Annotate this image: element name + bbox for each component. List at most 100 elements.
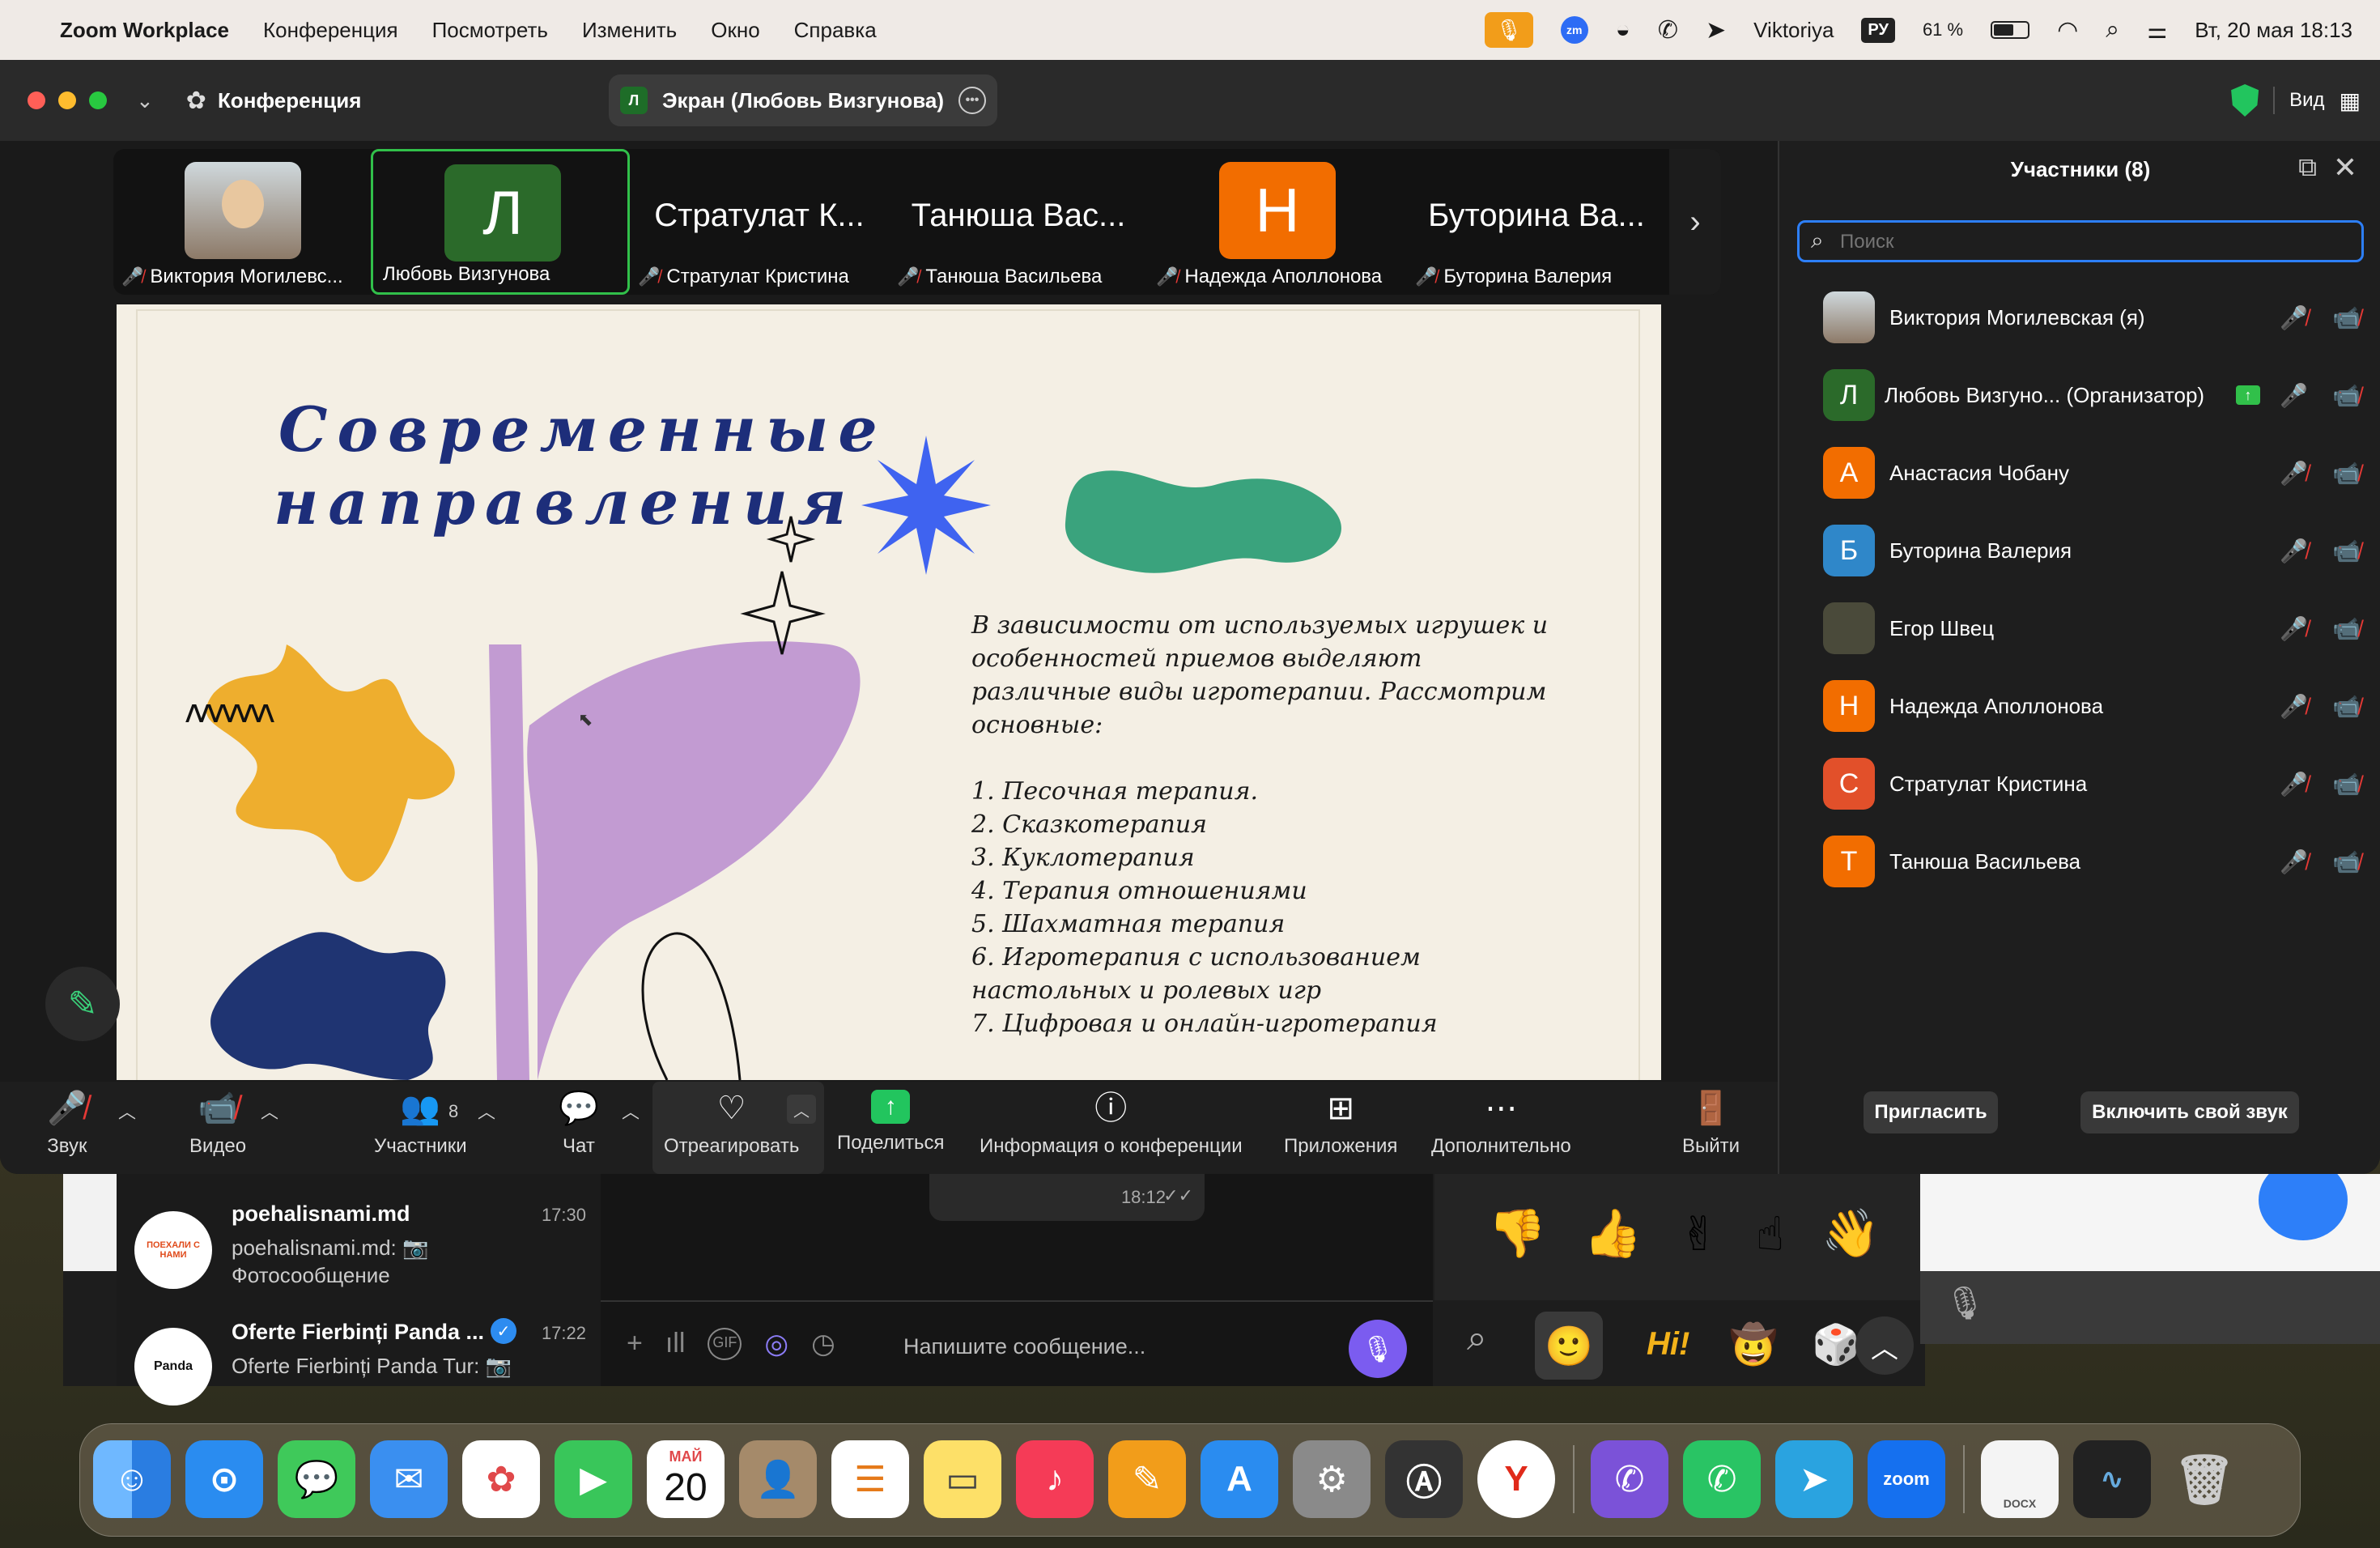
gif-icon[interactable]: GIF [708,1328,742,1360]
yandex-browser-icon[interactable]: Y [1477,1440,1555,1518]
clock[interactable]: Вт, 20 мая 18:13 [2195,18,2352,43]
muted-mic-icon[interactable]: 🎤̸ [2280,615,2308,642]
search-icon[interactable]: ⌕ [2106,16,2119,44]
victory-sticker[interactable]: ✌ [1679,1206,1719,1261]
video-tile[interactable]: Буторина Ва... 🎤̸ Буторина Валерия [1407,149,1666,295]
screen-share-pill[interactable]: Л Экран (Любовь Визгунова) ••• [609,74,997,126]
middle-finger-sticker[interactable]: ☝ [1756,1206,1784,1261]
sticker-icon[interactable]: ◎ [764,1328,788,1360]
video-off-icon[interactable]: 📹̸ [2332,304,2361,331]
messages-icon[interactable]: 💬 [278,1440,355,1518]
participant-row[interactable]: Н Надежда Аполлонова 🎤̸ 📹̸ [1779,667,2380,745]
popout-icon[interactable]: ⧉ [2298,152,2317,183]
app-store-icon[interactable]: A [1201,1440,1278,1518]
photos-icon[interactable]: ✿ [462,1440,540,1518]
muted-mic-icon[interactable]: 🎤̸ [2280,460,2308,487]
pages-icon[interactable]: ✎ [1108,1440,1186,1518]
chat-button[interactable]: 💬 Чат [559,1090,599,1158]
participant-row[interactable]: Л Любовь Визгуно... (Организатор) ↑ 🎤 📹̸ [1779,356,2380,434]
menu-edit[interactable]: Изменить [582,18,677,43]
activity-monitor-icon[interactable]: ∿ [2073,1440,2151,1518]
safari-icon[interactable]: ⊙ [185,1440,263,1518]
video-off-icon[interactable]: 📹̸ [2332,382,2361,409]
music-icon[interactable]: ♪ [1016,1440,1094,1518]
muted-mic-icon[interactable]: 🎤̸ [2280,771,2308,797]
menu-view[interactable]: Посмотреть [432,18,548,43]
wifi-icon[interactable]: ◠ [2057,16,2078,45]
menu-window[interactable]: Окно [711,18,759,43]
leave-button[interactable]: 🚪 Выйти [1682,1090,1740,1158]
chevron-up-icon[interactable]: ︿ [261,1098,278,1124]
facetime-icon[interactable]: ▶ [555,1440,632,1518]
sticker-row[interactable]: 👎 👍 ✌ ☝ 👋 [1488,1206,1881,1261]
chevron-up-icon[interactable]: ︿ [1855,1316,1914,1375]
video-off-icon[interactable]: 📹̸ [2332,848,2361,875]
apps-button[interactable]: ⊞ Приложения [1284,1090,1397,1158]
dice-sticker-icon[interactable]: 🎲 [1812,1321,1860,1367]
contacts-icon[interactable]: 👤 [739,1440,817,1518]
pirate-sticker-icon[interactable]: 🤠 [1729,1321,1778,1367]
search-field[interactable]: ⌕ [1797,220,2364,262]
video-tile[interactable]: 🎤̸ Виктория Могилевс... [113,149,372,295]
viber-menubar-icon[interactable]: ✆ [1658,16,1678,45]
emoji-sticker-icon[interactable]: 🙂 [1535,1312,1603,1380]
zoom-app-icon[interactable]: zoom [1868,1440,1945,1518]
voice-record-button[interactable]: 🎙 [1349,1320,1407,1378]
mic-icon[interactable]: 🎤 [2280,382,2308,409]
view-button[interactable]: Вид [2289,89,2324,112]
more-options-icon[interactable]: ••• [958,87,986,114]
participant-row[interactable]: С Стратулат Кристина 🎤̸ 📹̸ [1779,745,2380,823]
video-off-icon[interactable]: 📹̸ [2332,771,2361,797]
participant-row[interactable]: Т Танюша Васильева 🎤̸ 📹̸ [1779,823,2380,900]
telegram-icon[interactable]: ➤ [1775,1440,1853,1518]
participant-row[interactable]: Б Буторина Валерия 🎤̸ 📹̸ [1779,512,2380,589]
zoom-status-icon[interactable]: zm [1560,16,1588,44]
close-window-button[interactable] [28,91,45,109]
anarchy-app-icon[interactable]: Ⓐ [1385,1440,1463,1518]
chevron-down-icon[interactable]: ⌄ [136,88,154,113]
menu-help[interactable]: Справка [794,18,877,43]
plus-icon[interactable]: + [627,1328,643,1360]
finder-icon[interactable]: ☺ [93,1440,171,1518]
react-button[interactable]: ♡ Отреагировать [664,1090,799,1158]
more-button[interactable]: ⋯ Дополнительно [1431,1090,1571,1158]
video-tile-active[interactable]: Л Любовь Визгунова [371,149,630,295]
participants-button[interactable]: 👥 Участники [374,1090,467,1158]
unmute-self-button[interactable]: Включить свой звук [2080,1091,2299,1133]
video-off-icon[interactable]: 📹̸ [2332,538,2361,564]
search-icon[interactable]: ⌕ [1467,1318,1487,1359]
video-off-icon[interactable]: 📹̸ [2332,615,2361,642]
participant-row[interactable]: А Анастасия Чобану 🎤̸ 📹̸ [1779,434,2380,512]
reminders-icon[interactable]: ☰ [831,1440,909,1518]
mic-icon[interactable]: 🎙 [1920,1271,2380,1344]
search-input[interactable] [1840,226,2350,258]
viber-icon[interactable]: ✆ [1591,1440,1668,1518]
user-name[interactable]: Viktoriya [1753,18,1834,43]
video-tile[interactable]: Стратулат К... 🎤̸ Стратулат Кристина [630,149,889,295]
video-off-icon[interactable]: 📹̸ [2332,460,2361,487]
chevron-up-icon[interactable]: ︿ [622,1098,640,1124]
chat-title[interactable]: Oferte Fierbinți Panda ... [232,1320,484,1345]
calendar-icon[interactable]: МАЙ 20 [647,1440,725,1518]
muted-mic-icon[interactable]: 🎤̸ [2280,693,2308,720]
video-tile[interactable]: Танюша Вас... 🎤̸ Танюша Васильева [889,149,1148,295]
chevron-right-icon[interactable]: › [1669,149,1721,295]
close-icon[interactable]: ✕ [2333,151,2357,185]
participant-row[interactable]: Егор Швец 🎤̸ 📹̸ [1779,589,2380,667]
menu-conference[interactable]: Конференция [263,18,398,43]
trash-icon[interactable]: 🗑 [2165,1440,2243,1518]
app-menu[interactable]: Zoom Workplace [60,18,229,43]
thumbs-down-sticker[interactable]: 👎 [1488,1206,1546,1261]
input-source[interactable]: РУ [1861,17,1895,43]
muted-mic-icon[interactable]: 🎤̸ [2280,538,2308,564]
video-off-icon[interactable]: 📹̸ [2332,693,2361,720]
voice-bars-icon[interactable]: ıll [665,1328,686,1360]
invite-button[interactable]: Пригласить [1864,1091,1998,1133]
system-settings-icon[interactable]: ⚙ [1293,1440,1371,1518]
video-button[interactable]: 📹̸ Видео [189,1090,246,1158]
vpn-icon[interactable]: ◒ [1616,16,1630,44]
chat-title[interactable]: poehalisnami.md [232,1201,410,1227]
control-center-icon[interactable]: ⚌ [2147,17,2167,44]
grid-view-icon[interactable]: ▦ [2340,87,2361,114]
chevron-up-icon[interactable]: ︿ [118,1098,136,1124]
